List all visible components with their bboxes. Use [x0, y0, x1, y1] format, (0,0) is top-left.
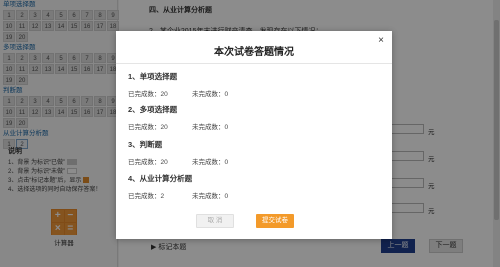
divider [116, 63, 392, 64]
summary-section: 3、判断题 已完成数：20 未完成数：0 [128, 139, 388, 166]
done-count: 2 [160, 193, 165, 200]
todo-count: 0 [224, 124, 229, 131]
section-stats: 已完成数：20 未完成数：0 [128, 159, 229, 166]
done-count: 20 [160, 124, 168, 131]
section-heading: 3、判断题 [128, 140, 163, 149]
todo-count: 0 [224, 193, 229, 200]
done-count: 20 [160, 159, 168, 166]
section-heading: 1、单项选择题 [128, 72, 178, 81]
section-stats: 已完成数：2 未完成数：0 [128, 193, 229, 200]
close-icon[interactable]: × [378, 35, 384, 46]
section-heading: 4、从业计算分析题 [128, 174, 193, 183]
submit-exam-button[interactable]: 提交试卷 [256, 214, 294, 228]
summary-section: 2、多项选择题 已完成数：20 未完成数：0 [128, 104, 388, 131]
dialog-title: 本次试卷答题情况 [214, 47, 294, 58]
cancel-button[interactable]: 取 消 [196, 214, 234, 228]
section-heading: 2、多项选择题 [128, 105, 178, 114]
todo-count: 0 [224, 159, 229, 166]
done-count: 20 [160, 91, 168, 98]
summary-section: 1、单项选择题 已完成数：20 未完成数：0 [128, 71, 388, 98]
summary-section: 4、从业计算分析题 已完成数：2 未完成数：0 [128, 173, 388, 200]
section-stats: 已完成数：20 未完成数：0 [128, 124, 229, 131]
todo-count: 0 [224, 91, 229, 98]
section-stats: 已完成数：20 未完成数：0 [128, 91, 229, 98]
answer-summary-dialog: 本次试卷答题情况 × 1、单项选择题 已完成数：20 未完成数：0 2、多项选择题… [116, 31, 392, 239]
